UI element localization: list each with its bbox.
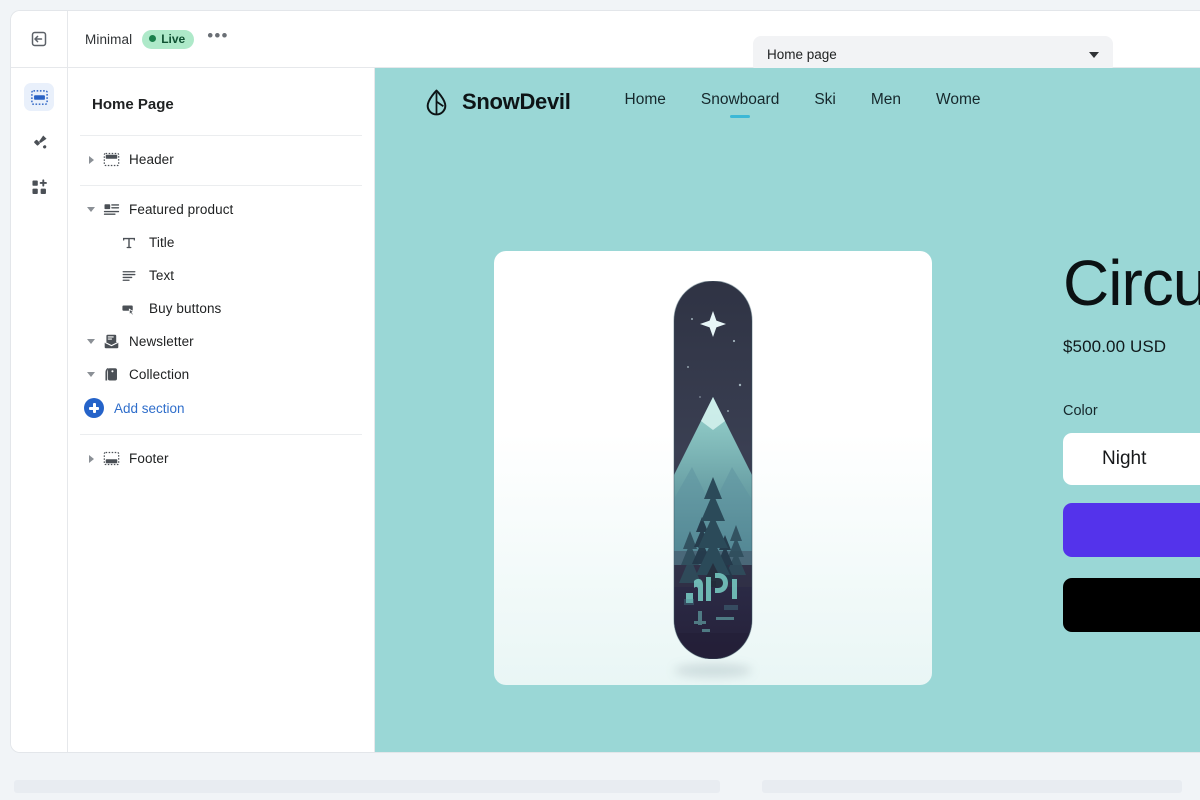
product-title: Circu	[1063, 247, 1200, 319]
nav-link-home[interactable]: Home	[625, 91, 666, 114]
sidebar-item-header[interactable]: Header	[80, 143, 362, 176]
store-header: SnowDevil Home Snowboard Ski Men Wome	[375, 68, 1200, 136]
sidebar-item-featured-product[interactable]: Featured product	[80, 193, 362, 226]
sidebar-item-collection[interactable]: Collection	[80, 358, 362, 391]
featured-product-icon	[100, 201, 122, 218]
store-nav: Home Snowboard Ski Men Wome	[625, 91, 981, 114]
store-brand-name: SnowDevil	[462, 89, 571, 114]
sidebar-item-label: Header	[129, 152, 174, 167]
footer-layout-icon	[100, 450, 122, 467]
sidebar-item-newsletter[interactable]: Newsletter	[80, 325, 362, 358]
exit-back-icon	[31, 31, 47, 47]
sidebar-item-label: Buy buttons	[149, 301, 222, 316]
product-option-label: Color	[1063, 403, 1098, 419]
rail-item-apps[interactable]	[24, 173, 54, 201]
status-badge-label: Live	[161, 31, 186, 46]
nav-link-snowboard[interactable]: Snowboard	[701, 91, 779, 114]
rail-item-sections[interactable]	[24, 83, 54, 111]
sidebar-divider	[80, 135, 362, 136]
page-selector-value: Home page	[767, 47, 837, 62]
paint-brush-icon	[33, 134, 47, 148]
add-to-cart-button[interactable]	[1063, 503, 1200, 557]
sidebar-item-text[interactable]: Text	[80, 259, 362, 292]
sidebar-item-label: Newsletter	[129, 334, 194, 349]
store-preview: SnowDevil Home Snowboard Ski Men Wome Ci…	[375, 68, 1200, 752]
newsletter-icon	[100, 333, 122, 350]
live-dot-icon	[149, 35, 157, 42]
sidebar-item-footer[interactable]: Footer	[80, 442, 362, 475]
chevron-down-icon[interactable]	[82, 207, 100, 212]
snowboard-illustration	[673, 280, 753, 660]
sidebar-item-buy-buttons[interactable]: Buy buttons	[80, 292, 362, 325]
top-bar-main: Minimal Live ••• Home page	[68, 11, 1200, 73]
chevron-right-icon[interactable]	[82, 454, 100, 463]
product-image-shadow	[674, 664, 752, 677]
store-logo[interactable]: SnowDevil	[424, 89, 571, 116]
header-layout-icon	[100, 151, 122, 168]
rail-item-theme-settings[interactable]	[24, 128, 54, 156]
theme-name: Minimal	[85, 31, 133, 47]
text-lines-icon	[118, 268, 140, 284]
product-option-value[interactable]: Night	[1063, 433, 1200, 485]
sidebar-item-label: Featured product	[129, 202, 234, 217]
editor-body: Home Page Header Featured product Title …	[11, 68, 1200, 752]
section-sidebar: Home Page Header Featured product Title …	[68, 68, 375, 752]
text-title-icon	[118, 235, 140, 251]
sidebar-item-label: Text	[149, 268, 175, 283]
buy-now-button[interactable]	[1063, 578, 1200, 632]
product-image[interactable]	[672, 280, 754, 660]
plus-circle-icon	[84, 398, 104, 418]
collection-tag-icon	[100, 366, 122, 383]
icon-rail	[11, 68, 68, 752]
apps-add-icon	[31, 178, 47, 194]
sidebar-item-title[interactable]: Title	[80, 226, 362, 259]
chevron-down-icon[interactable]	[82, 372, 100, 377]
chevron-down-icon[interactable]	[82, 339, 100, 344]
product-image-card	[494, 251, 932, 685]
page-title: Home Page	[92, 96, 174, 113]
product-details: Circu $500.00 USD Color Night	[1063, 251, 1200, 632]
top-bar: Minimal Live ••• Home page	[11, 11, 1200, 73]
chevron-right-icon[interactable]	[82, 155, 100, 164]
status-badge: Live	[142, 29, 195, 49]
product-price: $500.00 USD	[1063, 337, 1167, 356]
add-section-label: Add section	[114, 400, 185, 416]
exit-editor-button[interactable]	[11, 11, 68, 67]
nav-link-ski[interactable]: Ski	[814, 91, 836, 114]
sidebar-item-label: Footer	[129, 451, 169, 466]
nav-link-men[interactable]: Men	[871, 91, 901, 114]
ghost-bar	[762, 780, 1182, 793]
buy-button-icon	[118, 301, 140, 317]
nav-link-women[interactable]: Wome	[936, 91, 981, 114]
sidebar-item-label: Collection	[129, 367, 190, 382]
sidebar-item-label: Title	[149, 235, 175, 250]
add-section-button[interactable]: Add section	[80, 391, 362, 425]
snowdevil-droplet-icon	[426, 89, 447, 115]
ghost-bar	[14, 780, 720, 793]
more-options-button[interactable]: •••	[204, 27, 231, 49]
page-bottom-chrome	[0, 768, 1200, 800]
sections-icon	[30, 89, 48, 105]
sidebar-divider	[80, 185, 362, 186]
theme-editor-window: Minimal Live ••• Home page Home Page Hea…	[10, 10, 1200, 753]
chevron-down-icon	[1089, 51, 1099, 58]
sidebar-divider	[80, 434, 362, 435]
